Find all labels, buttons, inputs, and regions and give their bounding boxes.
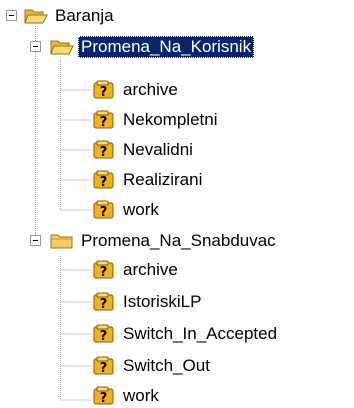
tree-node-label: Promena_Na_Snabduvac: [81, 231, 276, 250]
unknown-item-icon: ?: [93, 356, 114, 376]
unknown-item-icon: ?: [93, 170, 114, 190]
tree-node-label: Switch_In_Accepted: [123, 324, 278, 343]
folder-tree: Baranja Promena_Na_Korisnik ? archive ? …: [0, 0, 354, 408]
tree-node-work[interactable]: ? work: [92, 384, 162, 408]
collapse-toggle-promena-na-korisnik[interactable]: [30, 41, 41, 52]
svg-text:?: ?: [100, 145, 108, 160]
tree-node-work[interactable]: ? work: [92, 198, 162, 222]
tree-node-realizirani[interactable]: ? Realizirani: [92, 168, 205, 192]
tree-connector-lines: [35, 26, 92, 401]
svg-text:?: ?: [100, 391, 108, 406]
tree-node-baranja[interactable]: Baranja: [24, 4, 117, 28]
unknown-item-icon: ?: [93, 80, 114, 100]
svg-text:?: ?: [100, 297, 108, 312]
tree-node-nekompletni[interactable]: ? Nekompletni: [92, 108, 221, 132]
svg-text:?: ?: [100, 329, 108, 344]
tree-node-istoriskilp[interactable]: ? IstoriskiLP: [92, 290, 204, 314]
svg-text:?: ?: [100, 115, 108, 130]
svg-text:?: ?: [100, 361, 108, 376]
tree-node-label: work: [123, 200, 159, 219]
unknown-item-icon: ?: [93, 386, 114, 406]
unknown-item-icon: ?: [93, 110, 114, 130]
tree-node-archive[interactable]: ? archive: [92, 78, 181, 102]
tree-node-label: Nevalidni: [123, 140, 193, 159]
svg-text:?: ?: [100, 175, 108, 190]
svg-text:?: ?: [100, 205, 108, 220]
tree-node-switch-in-accepted[interactable]: ? Switch_In_Accepted: [92, 322, 280, 346]
tree-node-promena-na-korisnik[interactable]: Promena_Na_Korisnik: [50, 35, 255, 59]
tree-node-archive[interactable]: ? archive: [92, 258, 181, 282]
tree-node-promena-na-snabduvac[interactable]: Promena_Na_Snabduvac: [50, 229, 279, 253]
unknown-item-icon: ?: [93, 260, 114, 280]
tree-node-label: archive: [123, 80, 178, 99]
svg-text:?: ?: [100, 85, 108, 100]
unknown-item-icon: ?: [93, 200, 114, 220]
tree-node-nevalidni[interactable]: ? Nevalidni: [92, 138, 196, 162]
collapse-toggle-baranja[interactable]: [6, 10, 17, 21]
unknown-item-icon: ?: [93, 140, 114, 160]
tree-node-label: Promena_Na_Korisnik: [78, 36, 255, 58]
tree-node-switch-out[interactable]: ? Switch_Out: [92, 354, 213, 378]
open-folder-icon: [50, 40, 74, 55]
open-folder-icon: [24, 9, 48, 24]
tree-node-label: Nekompletni: [123, 110, 218, 129]
tree-node-label: Baranja: [55, 6, 114, 25]
tree-node-label: Switch_Out: [123, 356, 210, 375]
tree-node-label: IstoriskiLP: [123, 292, 202, 311]
svg-text:?: ?: [100, 265, 108, 280]
unknown-item-icon: ?: [93, 324, 114, 344]
tree-node-label: Realizirani: [123, 170, 203, 189]
closed-folder-icon: [50, 234, 73, 249]
unknown-item-icon: ?: [93, 292, 114, 312]
tree-node-label: work: [123, 386, 159, 405]
collapse-toggle-promena-na-snabduvac[interactable]: [30, 235, 41, 246]
tree-node-label: archive: [123, 260, 178, 279]
